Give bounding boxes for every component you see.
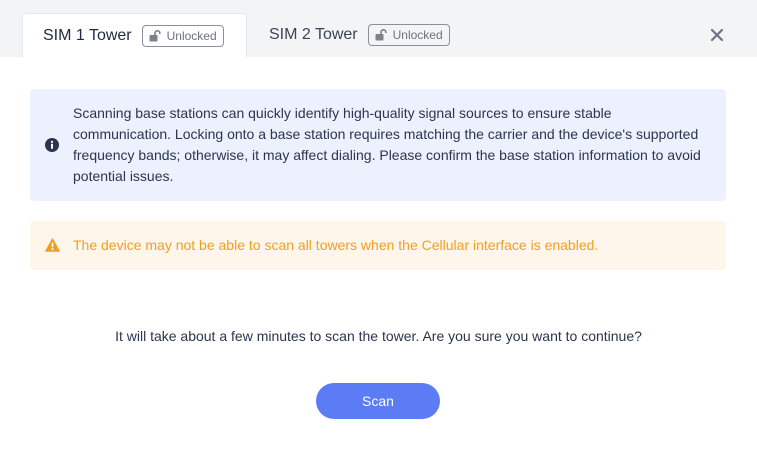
- lock-status-badge: Unlocked: [367, 24, 450, 46]
- badge-text: Unlocked: [392, 28, 443, 42]
- warning-icon: [45, 238, 60, 252]
- tab-label: SIM 1 Tower: [43, 26, 132, 44]
- close-icon[interactable]: [709, 27, 725, 43]
- tab-bar: SIM 1 Tower Unlocked SIM 2 Tower Unlocke…: [0, 0, 757, 57]
- unlock-icon: [149, 29, 161, 41]
- confirm-message: It will take about a few minutes to scan…: [115, 328, 642, 344]
- scan-button[interactable]: Scan: [316, 383, 440, 419]
- tab-sim1-tower[interactable]: SIM 1 Tower Unlocked: [22, 13, 247, 57]
- tab-sim2-tower[interactable]: SIM 2 Tower Unlocked: [269, 13, 489, 57]
- warning-text: The device may not be able to scan all t…: [73, 237, 599, 253]
- info-icon: [45, 138, 59, 152]
- info-notice: Scanning base stations can quickly ident…: [30, 89, 726, 201]
- badge-text: Unlocked: [166, 28, 217, 43]
- info-text: Scanning base stations can quickly ident…: [73, 105, 701, 184]
- unlock-icon: [375, 29, 387, 41]
- warning-notice: The device may not be able to scan all t…: [30, 221, 726, 270]
- lock-status-badge: Unlocked: [141, 24, 224, 47]
- tab-label: SIM 2 Tower: [269, 26, 358, 43]
